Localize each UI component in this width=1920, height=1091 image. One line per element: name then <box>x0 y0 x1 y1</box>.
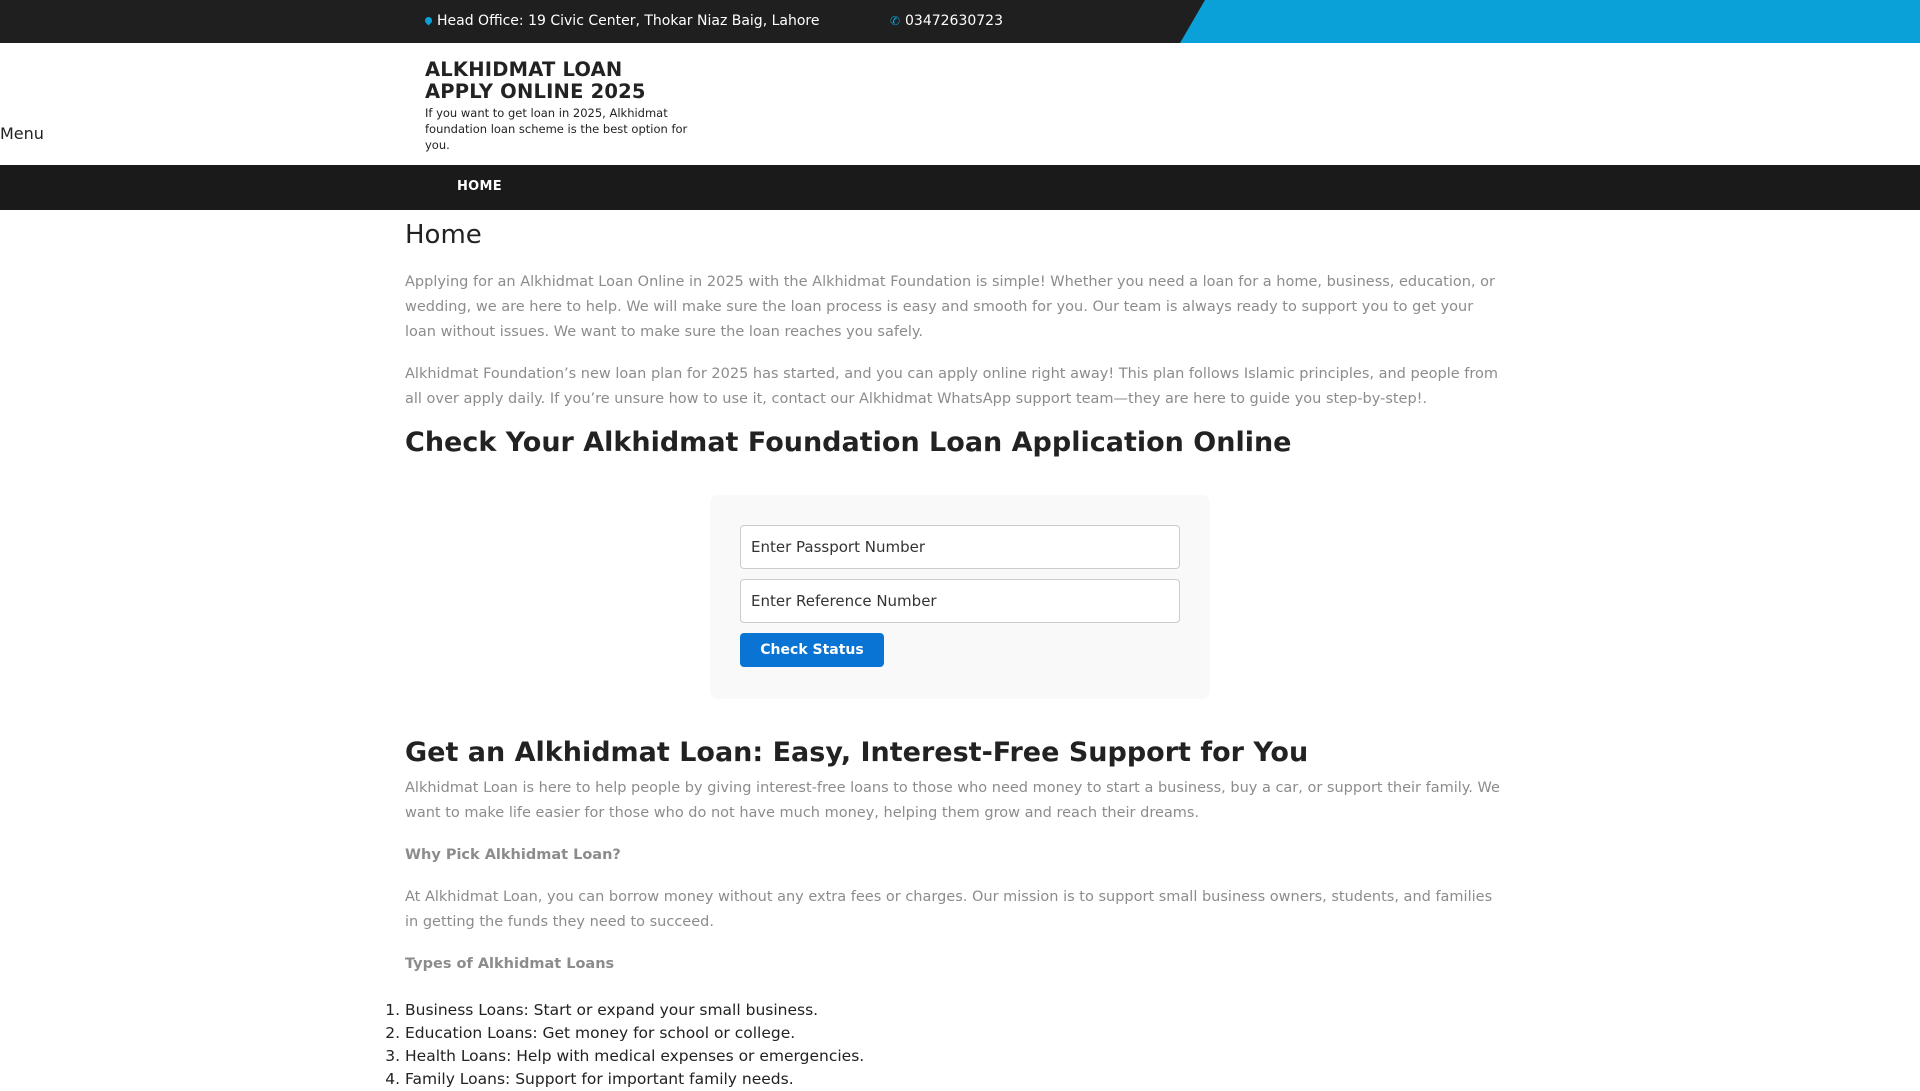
map-marker-icon <box>423 15 434 25</box>
loan-intro-paragraph: Alkhidmat Loan is here to help people by… <box>405 780 1500 821</box>
site-description: If you want to get loan in 2025, Alkhidm… <box>425 106 688 152</box>
main-content: Home Applying for an Alkhidmat Loan Onli… <box>405 220 1505 1091</box>
nav-item-home[interactable]: HOME <box>457 179 502 194</box>
intro-paragraph: Applying for an Alkhidmat Loan Online in… <box>405 274 1496 340</box>
phone-icon: ✆ <box>890 14 901 28</box>
loan-heading: Get an Alkhidmat Loan: Easy, Interest-Fr… <box>405 737 1309 768</box>
main-navigation: HOME <box>0 165 1920 210</box>
phone-number[interactable]: ✆ 03472630723 <box>890 13 1003 29</box>
phone-text[interactable]: 03472630723 <box>905 13 1003 29</box>
list-item: Health Loans: Help with medical expenses… <box>405 1045 1505 1068</box>
site-header: ALKHIDMAT LOAN APPLY ONLINE 2025 If you … <box>0 43 1920 165</box>
site-title[interactable]: ALKHIDMAT LOAN APPLY ONLINE 2025 <box>425 59 695 103</box>
loan-types-list: Business Loans: Start or expand your sma… <box>405 999 1505 1091</box>
top-bar-accent <box>1180 0 1920 43</box>
intro-paragraph: Alkhidmat Foundation’s new loan plan for… <box>405 366 1499 407</box>
top-bar: Head Office: 19 Civic Center, Thokar Nia… <box>0 0 1920 43</box>
head-office-address: Head Office: 19 Civic Center, Thokar Nia… <box>423 13 820 29</box>
page-title: Home <box>405 220 482 250</box>
check-status-button[interactable]: Check Status <box>740 633 884 667</box>
list-item: Education Loans: Get money for school or… <box>405 1022 1505 1045</box>
reference-number-input[interactable] <box>740 579 1180 623</box>
address-text: Head Office: 19 Civic Center, Thokar Nia… <box>437 13 820 29</box>
passport-number-input[interactable] <box>740 525 1180 569</box>
why-pick-heading: Why Pick Alkhidmat Loan? <box>405 847 621 863</box>
site-branding: ALKHIDMAT LOAN APPLY ONLINE 2025 If you … <box>425 59 695 153</box>
loan-types-heading: Types of Alkhidmat Loans <box>405 956 615 972</box>
list-item: Business Loans: Start or expand your sma… <box>405 999 1505 1022</box>
status-check-form: Check Status <box>710 495 1210 699</box>
check-application-heading: Check Your Alkhidmat Foundation Loan App… <box>405 427 1292 458</box>
menu-toggle-button[interactable]: Menu <box>0 124 44 143</box>
why-pick-paragraph: At Alkhidmat Loan, you can borrow money … <box>405 889 1493 930</box>
